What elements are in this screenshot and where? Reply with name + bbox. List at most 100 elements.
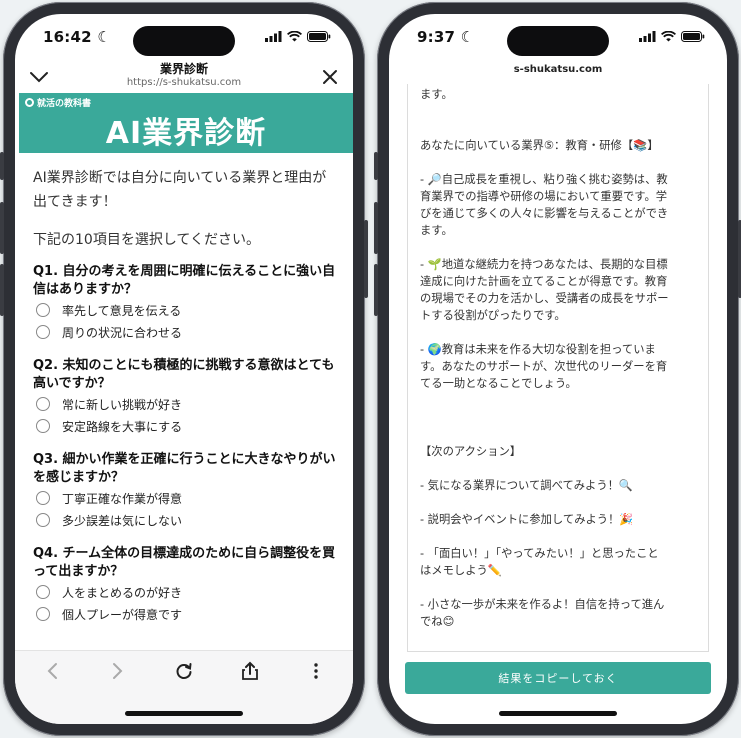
chevron-left-icon bbox=[47, 662, 57, 679]
result-line: びを通じて多くの人々に影響を与えることができ bbox=[420, 207, 669, 220]
option-item[interactable]: 多少誤差は気にしない bbox=[33, 509, 339, 531]
radio-button[interactable] bbox=[36, 397, 50, 411]
result-line bbox=[420, 103, 696, 120]
home-indicator[interactable] bbox=[125, 711, 243, 716]
share-button[interactable] bbox=[237, 658, 263, 684]
quiz-content: AI業界診断では自分に向いている業界と理由が出てきます！ 下記の10項目を選択し… bbox=[33, 166, 339, 654]
page-url[interactable]: s-shukatsu.com bbox=[389, 64, 727, 75]
dynamic-island bbox=[507, 26, 609, 56]
result-line: はメモしよう✏️ bbox=[420, 564, 502, 577]
power-button bbox=[364, 220, 368, 298]
result-line bbox=[420, 579, 696, 596]
question-text: Q4. チーム全体の目標達成のために自ら調整役を買って出ますか？ bbox=[33, 546, 336, 579]
instruction-text: 下記の10項目を選択してください。 bbox=[33, 232, 260, 248]
question-text: Q2. 未知のことにも積極的に挑戦する意欲はとても高いですか？ bbox=[33, 358, 335, 391]
share-icon bbox=[242, 661, 258, 680]
left-phone: 16:42 ☾ 業界診断 https://s-shukatsu.com 就活の教… bbox=[0, 2, 368, 736]
result-text-box: ます。 あなたに向いている業界⑤：教育・研修【📚】 - 🔎自己成長を重視し、粘り強く… bbox=[407, 84, 709, 652]
signal-icon bbox=[265, 31, 282, 42]
result-line bbox=[420, 528, 696, 545]
banner-title: AI業界診断 bbox=[105, 116, 267, 151]
volume-down-button bbox=[0, 264, 4, 316]
result-line: す。あなたのサポートが、次世代のリーダーを育 bbox=[420, 360, 668, 373]
result-line: - 🌍教育は未来を作る大切な役割を担っていま bbox=[420, 343, 656, 356]
result-line: - 説明会やイベントに参加してみよう！🎉 bbox=[420, 513, 634, 526]
option-item[interactable]: 率先して意見を伝える bbox=[33, 299, 339, 321]
result-line: ます。 bbox=[420, 224, 453, 237]
battery-icon bbox=[681, 31, 705, 42]
forward-button[interactable] bbox=[105, 658, 131, 684]
copy-result-button[interactable]: 結果をコピーしておく bbox=[405, 662, 711, 694]
question-text: Q1. 自分の考えを周囲に明確に伝えることに強い自信はありますか？ bbox=[33, 264, 336, 297]
signal-icon bbox=[639, 31, 656, 42]
option-item[interactable]: 人をまとめるのが好き bbox=[33, 581, 339, 603]
home-indicator[interactable] bbox=[499, 711, 617, 716]
reload-icon bbox=[176, 662, 192, 679]
option-item[interactable]: 周りの状況に合わせる bbox=[33, 321, 339, 343]
radio-button[interactable] bbox=[36, 585, 50, 599]
mute-switch bbox=[0, 152, 4, 180]
volume-up-button bbox=[374, 202, 378, 254]
intro-text: AI業界診断では自分に向いている業界と理由が出てきます！ bbox=[33, 170, 327, 210]
home-area bbox=[15, 690, 353, 724]
moon-icon: ☾ bbox=[97, 28, 111, 46]
hero-banner: 就活の教科書 AI業界診断 bbox=[19, 93, 353, 153]
radio-button[interactable] bbox=[36, 513, 50, 527]
right-screen: 9:37 ☾ s-shukatsu.com ます。あなたに向いている業界⑤：教育… bbox=[389, 14, 727, 724]
option-item[interactable]: 丁寧正確な作業が得意 bbox=[33, 487, 339, 509]
result-line: 達成に向けた計画を立てることが得意です。教育 bbox=[420, 275, 668, 288]
page-title: 業界診断 bbox=[159, 62, 208, 76]
radio-button[interactable] bbox=[36, 419, 50, 433]
question-2: Q2. 未知のことにも積極的に挑戦する意欲はとても高いですか？ 常に新しい挑戦が… bbox=[33, 357, 339, 437]
result-line: 育業界での指導や研修の場において重要です。学 bbox=[420, 190, 668, 203]
more-vertical-icon bbox=[314, 662, 318, 679]
result-line bbox=[420, 426, 696, 443]
status-icons bbox=[639, 31, 705, 42]
status-icons bbox=[265, 31, 331, 42]
radio-button[interactable] bbox=[36, 325, 50, 339]
question-3: Q3. 細かい作業を正確に行うことに大きなやりがいを感じますか？ 丁寧正確な作業… bbox=[33, 451, 339, 531]
wifi-icon bbox=[661, 31, 676, 42]
result-line: トする役割がぴったりです。 bbox=[420, 309, 566, 322]
radio-button[interactable] bbox=[36, 303, 50, 317]
more-button[interactable] bbox=[303, 658, 329, 684]
option-item[interactable]: 常に新しい挑戦が好き bbox=[33, 393, 339, 415]
result-line: の現場でその力を活かし、受講者の成長をサポー bbox=[420, 292, 669, 305]
status-time: 16:42 ☾ bbox=[43, 28, 111, 46]
page-url[interactable]: https://s-shukatsu.com bbox=[15, 77, 353, 88]
comparison-stage: 16:42 ☾ 業界診断 https://s-shukatsu.com 就活の教… bbox=[0, 0, 741, 738]
question-4: Q4. チーム全体の目標達成のために自ら調整役を買って出ますか？ 人をまとめるの… bbox=[33, 545, 339, 625]
result-line: - 気になる業界について調べてみよう！🔍 bbox=[420, 479, 633, 492]
result-line: てる一助となることでしょう。 bbox=[420, 377, 577, 390]
result-line bbox=[420, 460, 696, 477]
result-line bbox=[420, 409, 696, 426]
option-item[interactable]: 個人プレーが得意です bbox=[33, 603, 339, 625]
left-screen: 16:42 ☾ 業界診断 https://s-shukatsu.com 就活の教… bbox=[15, 14, 353, 724]
result-line: - 🔎自己成長を重視し、粘り強く挑む姿勢は、教 bbox=[420, 173, 668, 186]
result-line bbox=[420, 239, 696, 256]
result-line bbox=[420, 120, 696, 137]
result-line: 【次のアクション】 bbox=[420, 445, 522, 458]
result-line bbox=[420, 392, 696, 409]
volume-up-button bbox=[0, 202, 4, 254]
radio-button[interactable] bbox=[36, 491, 50, 505]
close-icon[interactable] bbox=[321, 68, 339, 86]
wifi-icon bbox=[287, 31, 302, 42]
question-text: Q3. 細かい作業を正確に行うことに大きなやりがいを感じますか？ bbox=[33, 452, 336, 485]
result-line: - 🌱地道な継続力を持つあなたは、長期的な目標 bbox=[420, 258, 668, 271]
result-line bbox=[420, 154, 696, 171]
dynamic-island bbox=[133, 26, 235, 56]
mute-switch bbox=[374, 152, 378, 180]
result-line: - 「面白い！」「やってみたい！」と思ったこと bbox=[420, 547, 659, 560]
question-1: Q1. 自分の考えを周囲に明確に伝えることに強い自信はありますか？ 率先して意見… bbox=[33, 263, 339, 343]
browser-toolbar bbox=[15, 650, 353, 690]
reload-button[interactable] bbox=[171, 658, 197, 684]
back-button[interactable] bbox=[39, 658, 65, 684]
result-line: あなたに向いている業界⑤：教育・研修【📚】 bbox=[420, 139, 659, 152]
status-time: 9:37 ☾ bbox=[417, 28, 475, 46]
radio-button[interactable] bbox=[36, 607, 50, 621]
result-line: ます。 bbox=[420, 88, 453, 101]
moon-icon: ☾ bbox=[460, 28, 475, 46]
option-item[interactable]: 安定路線を大事にする bbox=[33, 415, 339, 437]
battery-icon bbox=[307, 31, 331, 42]
